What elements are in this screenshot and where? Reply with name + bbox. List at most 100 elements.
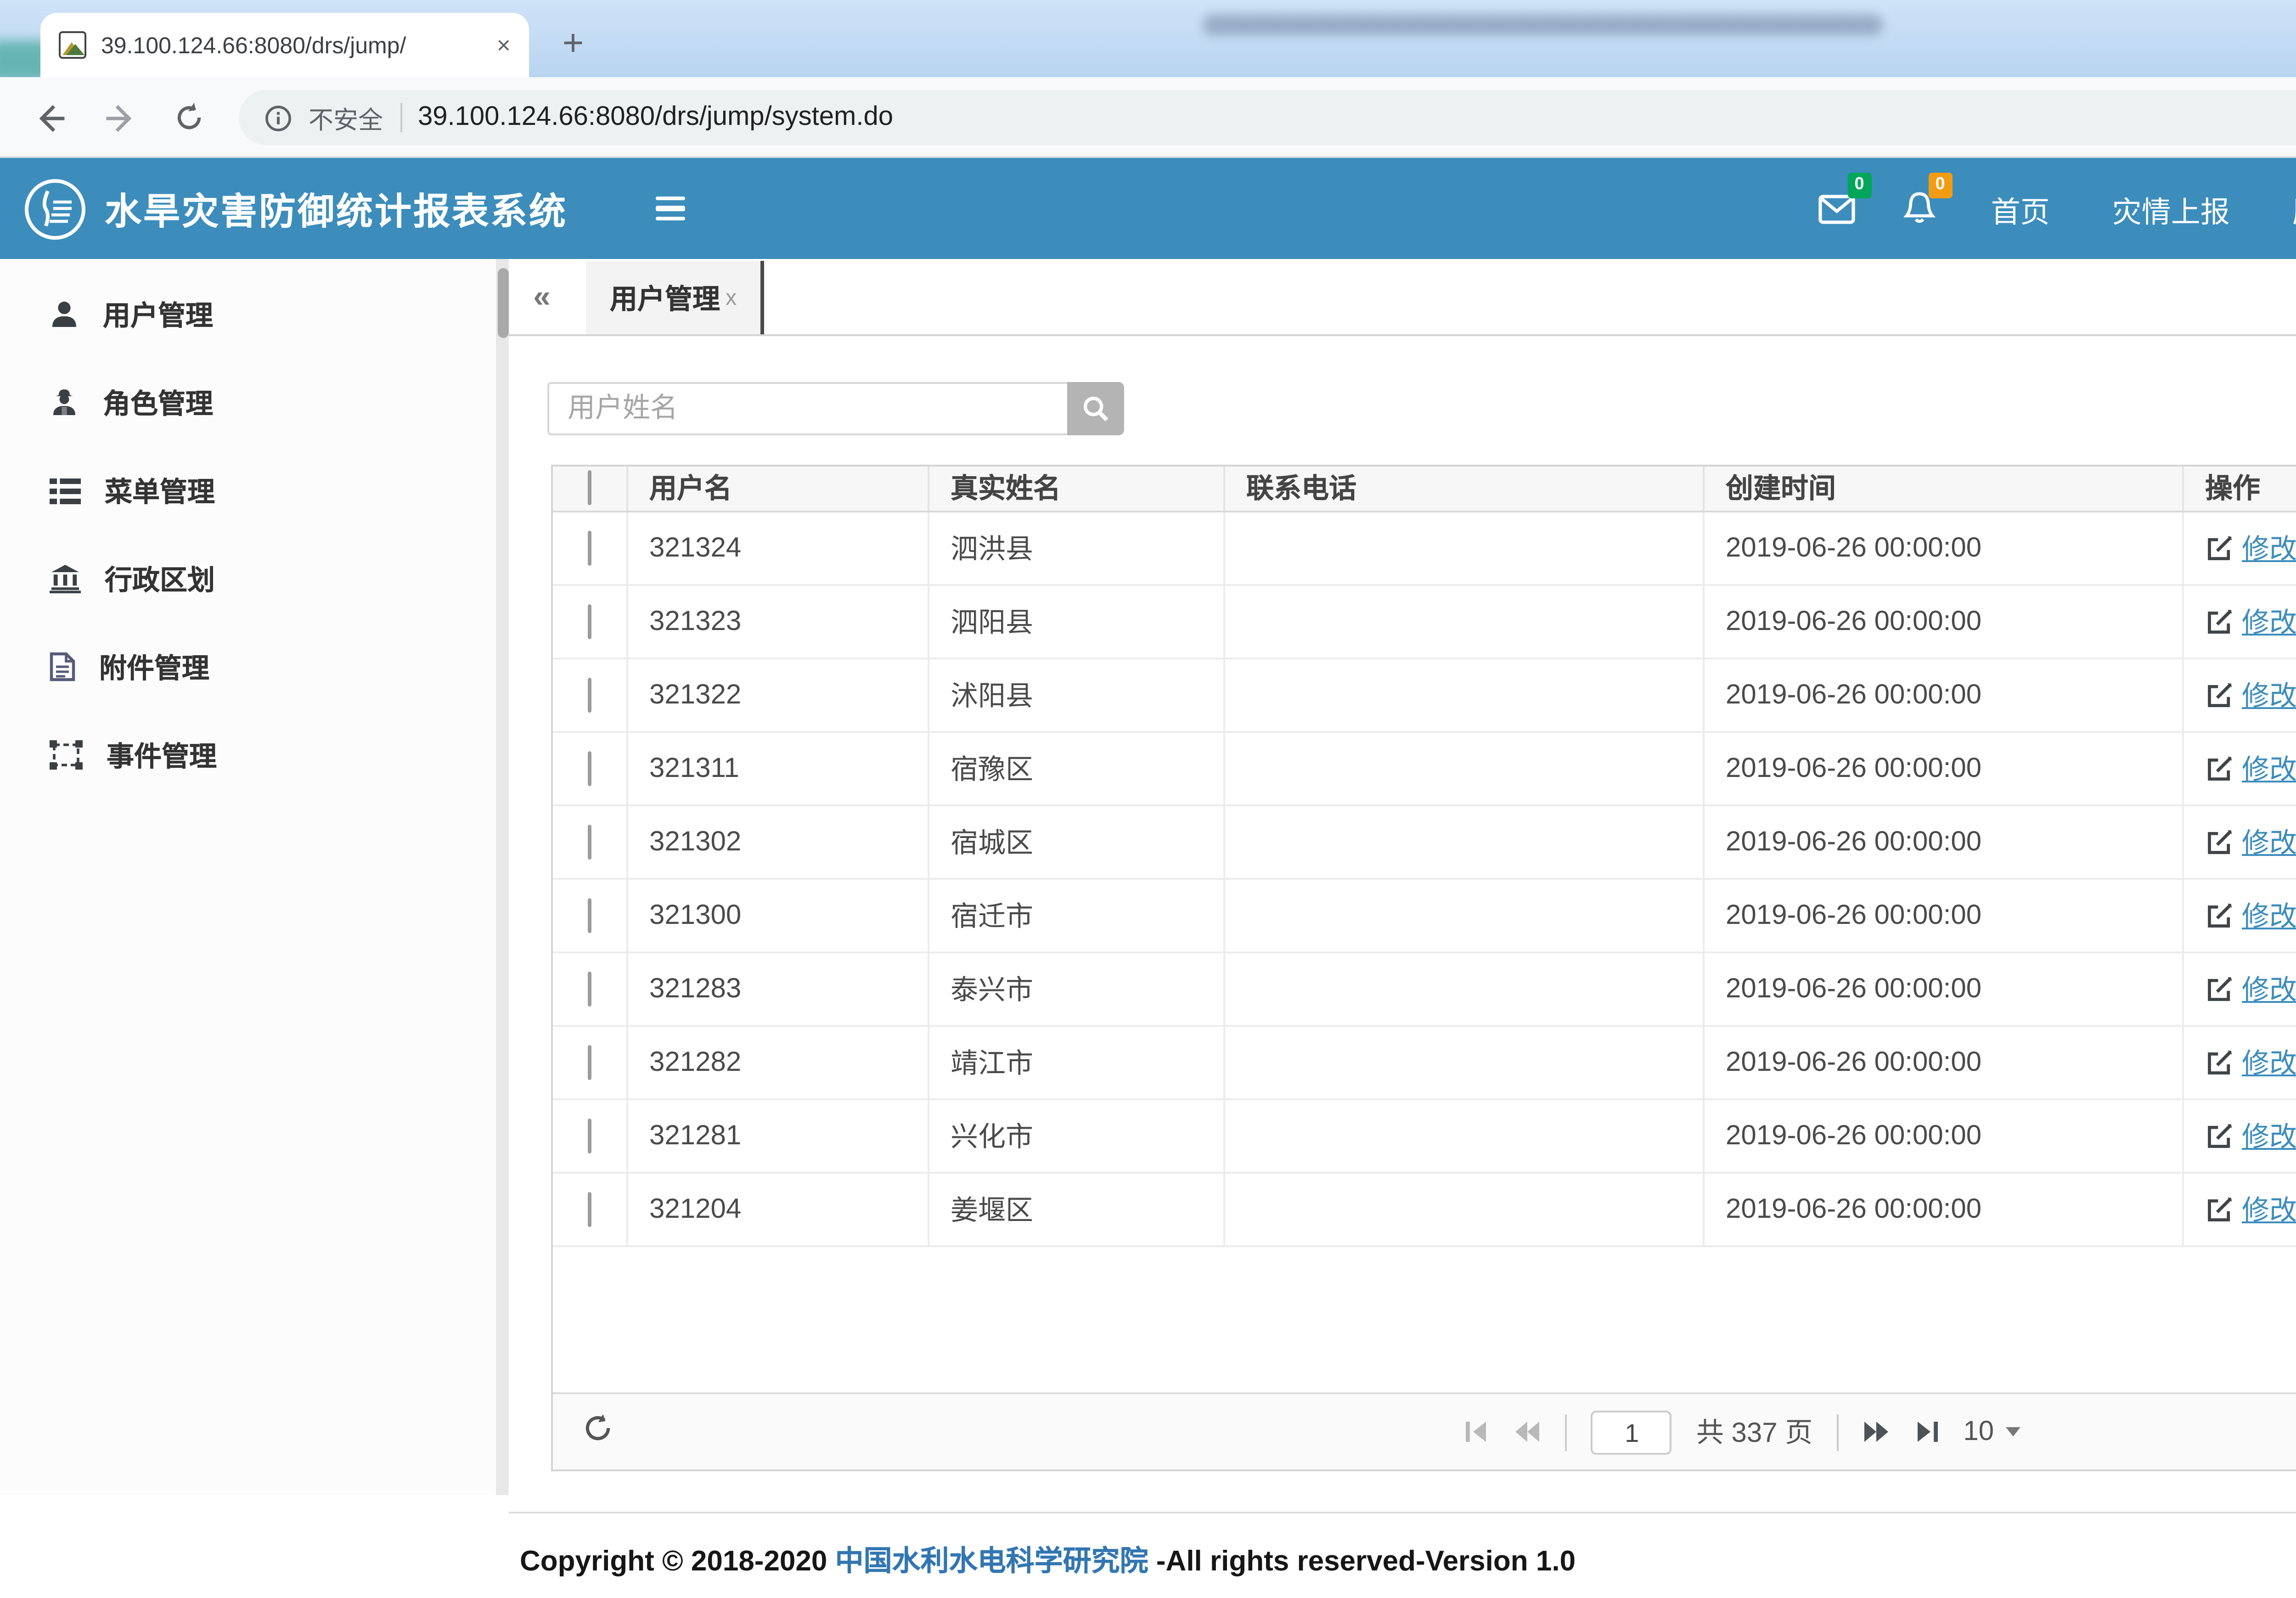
cell-phone <box>1223 878 1703 951</box>
row-checkbox[interactable] <box>587 971 591 1006</box>
notifications-button[interactable]: 0 <box>1879 158 1960 259</box>
page-number-input[interactable] <box>1592 1410 1672 1454</box>
row-checkbox[interactable] <box>587 1191 591 1226</box>
sidebar-item-events[interactable]: 事件管理 <box>0 711 496 799</box>
pager: 共 337 页 10 1 - 10 共 3,364 条 <box>553 1392 2296 1469</box>
edit-icon <box>2205 754 2233 782</box>
search-button[interactable] <box>1067 382 1124 435</box>
row-checkbox[interactable] <box>587 897 591 932</box>
table-row: 321204 姜堰区 2019-06-26 00:00:00 修改 权限 密码 … <box>553 1172 2296 1245</box>
sidebar-item-roles[interactable]: 角色管理 <box>0 358 496 446</box>
edit-link[interactable]: 修改 <box>2242 895 2296 934</box>
refresh-icon[interactable] <box>582 1412 613 1453</box>
cell-username: 321300 <box>626 878 928 951</box>
cell-created: 2019-06-26 00:00:00 <box>1703 658 2182 731</box>
cell-username: 321324 <box>626 511 928 584</box>
row-checkbox[interactable] <box>587 530 591 565</box>
scrollbar-thumb[interactable] <box>497 268 508 338</box>
sidebar-item-attachments[interactable]: 附件管理 <box>0 623 496 711</box>
cell-realname: 宿城区 <box>928 805 1223 878</box>
cell-created: 2019-06-26 00:00:00 <box>1703 584 2182 658</box>
row-checkbox[interactable] <box>587 1118 591 1153</box>
url-text[interactable]: 39.100.124.66:8080/drs/jump/system.do <box>418 103 893 132</box>
edit-link[interactable]: 修改 <box>2242 528 2296 567</box>
row-checkbox[interactable] <box>587 1044 591 1079</box>
cell-phone <box>1223 1098 1703 1172</box>
cell-realname: 沭阳县 <box>928 658 1223 731</box>
col-phone: 联系电话 <box>1223 467 1703 511</box>
table-row: 321323 泗阳县 2019-06-26 00:00:00 修改 权限 密码 … <box>553 584 2296 658</box>
sidebar: 用户管理 角色管理 菜单管理 行政区划 附件管理 事件管理 <box>0 259 496 1495</box>
edit-icon <box>2205 534 2233 561</box>
select-all-checkbox[interactable] <box>587 471 591 506</box>
edit-link[interactable]: 修改 <box>2242 1042 2296 1081</box>
sidebar-item-label: 用户管理 <box>103 295 213 333</box>
select-all-header <box>553 467 626 511</box>
messages-button[interactable]: 0 <box>1795 158 1879 259</box>
browser-tab[interactable]: 39.100.124.66:8080/drs/jump/ × <box>40 13 529 77</box>
search-input[interactable] <box>547 382 1067 435</box>
table-row: 321281 兴化市 2019-06-26 00:00:00 修改 权限 密码 … <box>553 1098 2296 1172</box>
row-checkbox[interactable] <box>587 824 591 859</box>
tab-close-icon[interactable]: x <box>726 285 737 310</box>
sidebar-item-menus[interactable]: 菜单管理 <box>0 446 496 535</box>
cell-phone <box>1223 511 1703 584</box>
sidebar-item-label: 角色管理 <box>103 383 213 422</box>
cell-realname: 宿迁市 <box>928 878 1223 951</box>
back-icon[interactable] <box>26 94 73 141</box>
browser-tab-strip: 39.100.124.66:8080/drs/jump/ × + <box>0 0 2296 77</box>
first-page-icon[interactable] <box>1465 1420 1491 1444</box>
tabs-scroll-left-icon[interactable]: « <box>509 259 575 334</box>
last-page-icon[interactable] <box>1913 1420 1939 1444</box>
user-datagrid: 用户名 真实姓名 联系电话 创建时间 操作 321324 泗洪县 2019-06… <box>551 465 2296 1471</box>
prev-page-icon[interactable] <box>1514 1420 1542 1444</box>
edit-link[interactable]: 修改 <box>2242 602 2296 640</box>
cell-created: 2019-06-26 00:00:00 <box>1703 511 2182 584</box>
search-box <box>547 382 1124 435</box>
table-row: 321300 宿迁市 2019-06-26 00:00:00 修改 权限 密码 … <box>553 878 2296 951</box>
edit-link[interactable]: 修改 <box>2242 822 2296 861</box>
edit-link[interactable]: 修改 <box>2242 1189 2296 1228</box>
address-divider <box>400 103 401 132</box>
next-page-icon[interactable] <box>1862 1420 1890 1444</box>
forward-icon[interactable] <box>96 94 143 141</box>
page-size-value: 10 <box>1963 1416 1994 1447</box>
role-icon <box>50 388 79 417</box>
edit-link[interactable]: 修改 <box>2242 748 2296 787</box>
tab-user-management[interactable]: 用户管理 x <box>586 261 764 334</box>
sidebar-item-users[interactable]: 用户管理 <box>0 270 496 358</box>
cell-phone <box>1223 1025 1703 1098</box>
table-row: 321324 泗洪县 2019-06-26 00:00:00 修改 权限 密码 … <box>553 511 2296 584</box>
nav-item-history[interactable]: 历年灾情 <box>2261 158 2296 259</box>
page-body: 用户管理 角色管理 菜单管理 行政区划 附件管理 事件管理 <box>0 259 2296 1495</box>
cell-phone <box>1223 1172 1703 1245</box>
app-header: 水旱灾害防御统计报表系统 0 0 首页 灾情上报 历年灾情 报表管理 系统管理 … <box>0 158 2296 259</box>
copyright: Copyright © 2018-2020 中国水利水电科学研究院 -All r… <box>520 1539 1576 1580</box>
row-checkbox[interactable] <box>587 603 591 638</box>
sidebar-scrollbar[interactable] <box>496 259 509 1495</box>
sidebar-toggle-icon[interactable] <box>656 196 685 221</box>
address-bar[interactable]: 不安全 39.100.124.66:8080/drs/jump/system.d… <box>239 90 2296 145</box>
sidebar-item-admin-regions[interactable]: 行政区划 <box>0 535 496 623</box>
nav-item-disaster-report[interactable]: 灾情上报 <box>2081 158 2261 259</box>
row-checkbox[interactable] <box>587 677 591 712</box>
bank-icon <box>50 564 81 593</box>
nav-item-home[interactable]: 首页 <box>1960 158 2081 259</box>
new-tab-button[interactable]: + <box>549 20 597 68</box>
edit-link[interactable]: 修改 <box>2242 675 2296 714</box>
row-checkbox[interactable] <box>587 750 591 785</box>
cell-username: 321322 <box>626 658 928 731</box>
edit-link[interactable]: 修改 <box>2242 1116 2296 1154</box>
cell-phone <box>1223 805 1703 878</box>
reload-icon[interactable] <box>165 94 213 141</box>
page-size-dropdown[interactable]: 10 <box>1963 1416 2020 1447</box>
cell-realname: 姜堰区 <box>928 1172 1223 1245</box>
tab-close-icon[interactable]: × <box>497 33 511 57</box>
envelope-icon <box>1818 194 1855 223</box>
security-label[interactable]: 不安全 <box>309 99 383 136</box>
edit-link[interactable]: 修改 <box>2242 969 2296 1007</box>
institute-link[interactable]: 中国水利水电科学研究院 <box>835 1547 1148 1578</box>
notifications-badge: 0 <box>1928 173 1952 197</box>
cell-realname: 泰兴市 <box>928 951 1223 1025</box>
table-row: 321302 宿城区 2019-06-26 00:00:00 修改 权限 密码 … <box>553 805 2296 878</box>
